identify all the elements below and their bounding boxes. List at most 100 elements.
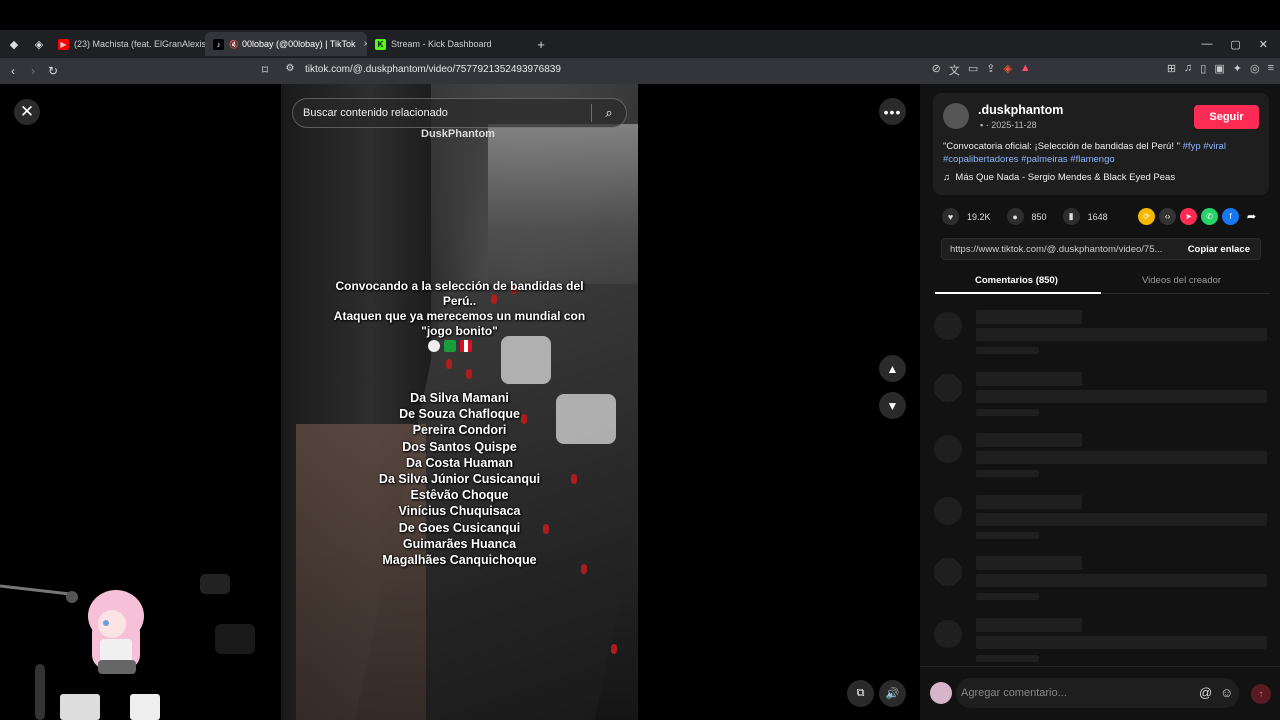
comment-skeleton	[934, 618, 1274, 668]
post-date: ▪ · 2025-11-28	[980, 120, 1037, 130]
toolbar-spacer	[1039, 62, 1159, 78]
tab-youtube[interactable]: ▶ (23) Machista (feat. ElGranAlexis) - V	[50, 32, 205, 56]
sidebar-icon[interactable]: ▯	[1200, 62, 1206, 78]
description-text: "Convocatoria oficial: ¡Selección de ban…	[943, 141, 1180, 152]
facebook-icon[interactable]: f	[1222, 208, 1239, 225]
name-line: Guimarães Huanca	[402, 536, 517, 551]
name-line: Magalhães Canquichoque	[382, 553, 537, 568]
share-options: ⟳ ‹› ➤ ✆ f ➦	[1138, 208, 1260, 225]
author-username[interactable]: .duskphantom	[978, 103, 1063, 117]
close-player-button[interactable]: ✕	[14, 99, 40, 125]
author-avatar[interactable]	[943, 103, 969, 129]
tiktok-icon: ♪	[213, 38, 224, 50]
skeleton-line	[976, 593, 1039, 600]
emoji-icon[interactable]: ☺	[1220, 685, 1233, 700]
comment-composer: Agregar comentario... @ ☺ ↑	[920, 666, 1280, 720]
comment-skeleton	[934, 556, 1274, 606]
bookmark-icon[interactable]: ⌑	[255, 63, 275, 77]
tab-kick[interactable]: K Stream - Kick Dashboard	[367, 32, 527, 56]
skeleton-avatar	[934, 312, 962, 340]
reload-icon[interactable]: ↻	[43, 64, 63, 78]
skeleton-line	[976, 310, 1082, 324]
video-person	[611, 644, 617, 654]
music-info[interactable]: ♫ Más Que Nada - Sergio Mendes & Black E…	[943, 172, 1175, 183]
url-field[interactable]: tiktok.com/@.duskphantom/video/757792135…	[305, 64, 561, 75]
video-player[interactable]: Buscar contenido relacionado ⌕ DuskPhant…	[281, 84, 638, 720]
peru-flag-icon	[460, 340, 472, 352]
new-tab-button[interactable]: +	[530, 33, 552, 55]
leo-icon[interactable]: ✦	[1233, 62, 1242, 78]
skeleton-line	[976, 556, 1082, 570]
menu-icon[interactable]: ≡	[1268, 62, 1274, 78]
copy-link-button[interactable]: Copiar enlace	[1188, 244, 1250, 255]
skeleton-line	[976, 347, 1039, 354]
comment-icon[interactable]: ●	[1006, 208, 1024, 225]
volume-icon: 🔊	[885, 688, 900, 700]
next-video-button[interactable]: ▼	[879, 392, 906, 419]
forward-icon[interactable]: ›	[23, 64, 43, 78]
tab-creator-videos[interactable]: Videos del creador	[1142, 275, 1221, 286]
skeleton-line	[976, 574, 1267, 587]
volume-button[interactable]: 🔊	[879, 680, 906, 707]
video-link-field[interactable]: https://www.tiktok.com/@.duskphantom/vid…	[941, 238, 1261, 260]
hashtag-link[interactable]: #palmeiras	[1021, 154, 1067, 165]
hashtag-link[interactable]: #flamengo	[1070, 154, 1114, 165]
share-arrow-icon[interactable]: ➦	[1243, 208, 1260, 225]
skeleton-line	[976, 451, 1267, 464]
maximize-icon[interactable]: ▢	[1230, 38, 1240, 51]
tab-tiktok[interactable]: ♪ 🔇 00lobay (@00lobay) | TikTok ×	[205, 32, 367, 56]
wallet-icon[interactable]: ▣	[1214, 62, 1224, 78]
overlay-line: Ataquen que ya merecemos un mundial con	[333, 309, 586, 323]
translate-icon[interactable]: 文	[949, 62, 960, 78]
video-description: "Convocatoria oficial: ¡Selección de ban…	[943, 141, 1263, 166]
minimize-icon[interactable]: —	[1201, 38, 1212, 50]
comment-input[interactable]: Agregar comentario... @ ☺	[956, 678, 1239, 708]
search-placeholder: Buscar contenido relacionado	[303, 107, 448, 119]
music-note-icon: ♫	[943, 172, 951, 183]
search-icon[interactable]: ⌕	[592, 105, 626, 121]
pip-button[interactable]: ⧉	[847, 680, 874, 707]
tab-search-icon[interactable]: ⊞	[1167, 62, 1176, 78]
embed-icon[interactable]: ‹›	[1159, 208, 1176, 225]
brave-shield-icon[interactable]: ◈	[1003, 62, 1011, 78]
tab-comments[interactable]: Comentarios (850)	[975, 275, 1058, 286]
share-icon[interactable]: ⇪	[986, 62, 995, 78]
more-options-button[interactable]: •••	[879, 98, 906, 125]
skeleton-line	[976, 390, 1267, 403]
follow-button[interactable]: Seguir	[1194, 105, 1259, 129]
video-watermark: DuskPhantom	[421, 128, 495, 140]
name-line: Pereira Condori	[412, 423, 507, 438]
mention-icon[interactable]: @	[1199, 685, 1212, 700]
brave-logo-icon[interactable]: ◆	[3, 33, 25, 55]
send-comment-button[interactable]: ↑	[1251, 684, 1271, 704]
anime-mascot-sticker	[0, 574, 255, 720]
vpn-icon[interactable]: ◎	[1250, 62, 1260, 78]
like-icon[interactable]: ♥	[942, 208, 959, 225]
back-icon[interactable]: ‹	[3, 64, 23, 78]
close-window-icon[interactable]: ✕	[1259, 38, 1268, 51]
site-info-icon[interactable]: ⚙	[280, 63, 300, 74]
panel-tabs: Comentarios (850) Videos del creador	[935, 272, 1270, 294]
no-translate-icon[interactable]: ⊘	[932, 62, 941, 78]
whatsapp-icon[interactable]: ✆	[1201, 208, 1218, 225]
send-icon[interactable]: ➤	[1180, 208, 1197, 225]
screen-top-border	[0, 0, 1280, 30]
name-line: Da Silva Mamani	[410, 391, 509, 405]
repost-icon[interactable]: ⟳	[1138, 208, 1155, 225]
related-search-input[interactable]: Buscar contenido relacionado ⌕	[292, 98, 627, 128]
brave-rewards-icon[interactable]: ▲	[1020, 62, 1031, 78]
music-icon[interactable]: ♫	[1184, 62, 1192, 78]
hashtag-link[interactable]: #copalibertadores	[943, 154, 1019, 165]
hashtag-link[interactable]: #fyp	[1183, 141, 1201, 152]
brave-extension-icon[interactable]: ◈	[28, 33, 50, 55]
cast-icon[interactable]: ▭	[968, 62, 978, 78]
skeleton-line	[976, 495, 1082, 509]
hashtag-link[interactable]: #viral	[1203, 141, 1226, 152]
previous-video-button[interactable]: ▲	[879, 355, 906, 382]
author-card: .duskphantom ▪ · 2025-11-28 Seguir "Conv…	[933, 93, 1269, 195]
side-panel: .duskphantom ▪ · 2025-11-28 Seguir "Conv…	[920, 84, 1280, 720]
skeleton-line	[976, 513, 1267, 526]
video-person	[466, 369, 472, 379]
soccer-ball-icon	[428, 340, 440, 352]
bookmark-icon[interactable]: ▮	[1062, 208, 1080, 225]
